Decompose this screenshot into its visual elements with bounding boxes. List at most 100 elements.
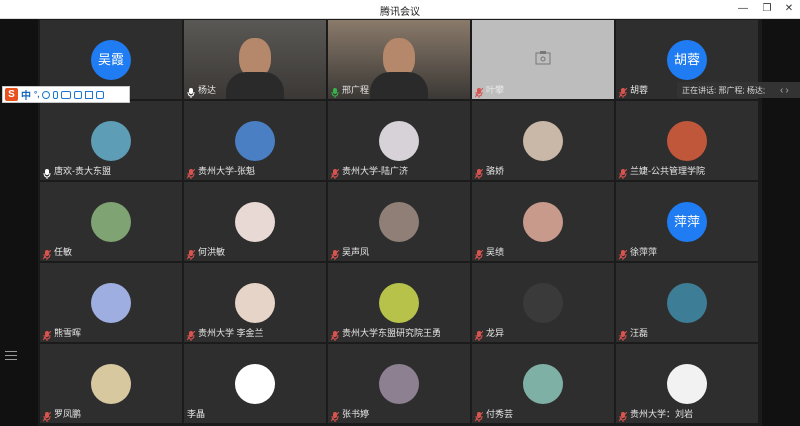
keyboard-icon[interactable] <box>61 90 72 99</box>
participant-tile[interactable]: 汪磊 <box>616 263 758 342</box>
restore-button[interactable]: ❐ <box>760 3 774 15</box>
participant-tile[interactable]: 何洪敏 <box>184 182 326 261</box>
mic-muted-icon <box>474 166 484 179</box>
participant-tile[interactable]: 杨达 <box>184 20 326 99</box>
mic-icon <box>187 85 195 98</box>
mic-muted-icon <box>618 85 628 98</box>
grid-icon[interactable] <box>96 90 105 99</box>
participant-nameplate: 李晶 <box>187 408 205 420</box>
mic-muted-icon <box>330 166 340 179</box>
emoji-icon[interactable] <box>42 90 51 99</box>
participant-name: 贵州大学 李金兰 <box>198 328 264 338</box>
participant-name: 任敏 <box>54 247 73 257</box>
avatar <box>235 202 275 242</box>
minimize-button[interactable]: — <box>736 3 750 15</box>
participant-name: 吴绩 <box>486 247 505 257</box>
mic-muted-icon <box>618 247 628 260</box>
participant-nameplate: 胡蓉 <box>618 84 649 98</box>
right-panel <box>762 19 800 426</box>
participant-name: 唐欢-贵大东盟 <box>54 166 111 176</box>
mic-muted-icon <box>330 328 340 341</box>
participant-nameplate: 汪磊 <box>618 327 648 341</box>
mic-muted-icon <box>618 328 628 341</box>
participant-name: 罗凤鹏 <box>54 409 82 419</box>
participant-tile[interactable]: 张书婷 <box>328 344 470 423</box>
participant-tile[interactable]: 吴声凤 <box>328 182 470 261</box>
mic-muted-icon <box>474 85 484 98</box>
ime-logo[interactable]: S <box>5 88 18 101</box>
participant-nameplate: 贵州大学：刘岩 <box>618 408 694 422</box>
avatar <box>523 121 563 161</box>
participant-name: 杨达 <box>198 85 217 95</box>
participant-nameplate: 付秀芸 <box>474 408 513 422</box>
participant-nameplate: 任敏 <box>42 246 73 260</box>
avatar <box>235 121 275 161</box>
mic-muted-icon <box>186 166 196 179</box>
ime-mode-label[interactable]: 中 <box>21 87 31 102</box>
chevron-left-icon[interactable]: ‹ <box>780 85 783 96</box>
mic-muted-icon <box>618 166 628 179</box>
participant-tile[interactable]: 贵州大学东盟研究院王勇 <box>328 263 470 342</box>
participant-nameplate: 熊雪晖 <box>42 327 82 341</box>
avatar <box>379 283 419 323</box>
panel-toggle-icon[interactable] <box>5 351 17 361</box>
participant-nameplate: 叶攀 <box>474 84 505 98</box>
participant-tile[interactable]: 兰婕-公共管理学院 <box>616 101 758 180</box>
participant-tile[interactable]: 贵州大学-陆广济 <box>328 101 470 180</box>
avatar <box>523 202 563 242</box>
participant-tile[interactable]: 任敏 <box>40 182 182 261</box>
avatar <box>379 202 419 242</box>
initial-avatar: 吴霞 <box>91 40 131 80</box>
participant-nameplate: 徐萍萍 <box>618 246 657 260</box>
participant-nameplate: 龙异 <box>474 327 504 341</box>
participant-tile[interactable]: 叶攀 <box>472 20 614 99</box>
toolbox-icon[interactable] <box>74 90 83 99</box>
chevron-right-icon[interactable]: › <box>785 85 788 96</box>
participant-nameplate: 邢广程 <box>331 84 369 98</box>
mic-muted-icon <box>330 247 340 260</box>
participant-tile[interactable]: 罗凤鹏 <box>40 344 182 423</box>
left-panel <box>0 19 38 426</box>
participant-tile[interactable]: 萍萍 徐萍萍 <box>616 182 758 261</box>
avatar <box>91 364 131 404</box>
participant-tile[interactable]: 贵州大学-张魁 <box>184 101 326 180</box>
participant-nameplate: 杨达 <box>187 84 217 98</box>
window-titlebar: 腾讯会议 — ❐ ✕ <box>0 0 800 19</box>
skin-icon[interactable] <box>85 90 94 99</box>
voice-icon[interactable] <box>53 90 59 99</box>
participant-tile[interactable]: 唐欢-贵大东盟 <box>40 101 182 180</box>
ime-punct-label[interactable]: °, <box>34 90 39 99</box>
mic-muted-icon <box>42 409 52 422</box>
participant-tile[interactable]: 贵州大学 李金兰 <box>184 263 326 342</box>
participant-name: 熊雪晖 <box>54 328 82 338</box>
mic-icon <box>43 166 51 179</box>
participant-name: 叶攀 <box>486 85 505 95</box>
avatar <box>235 364 275 404</box>
participant-nameplate: 兰婕-公共管理学院 <box>618 165 705 179</box>
participant-name: 骆娇 <box>486 166 505 176</box>
participant-tile[interactable]: 付秀芸 <box>472 344 614 423</box>
avatar <box>379 364 419 404</box>
ime-toolbar[interactable]: S 中 °, <box>2 86 130 103</box>
participant-name: 贵州大学-张魁 <box>198 166 255 176</box>
close-button[interactable]: ✕ <box>782 3 796 15</box>
participant-name: 兰婕-公共管理学院 <box>630 166 705 176</box>
participant-tile[interactable]: 熊雪晖 <box>40 263 182 342</box>
speaking-text: 正在讲话: 邢广程; 杨达; <box>682 85 766 95</box>
participant-name: 吴声凤 <box>342 247 370 257</box>
mic-muted-icon <box>474 328 484 341</box>
participant-tile[interactable]: 李晶 <box>184 344 326 423</box>
participant-tile[interactable]: 吴绩 <box>472 182 614 261</box>
participant-name: 贵州大学东盟研究院王勇 <box>342 328 442 338</box>
participant-name: 胡蓉 <box>630 85 649 95</box>
mic-muted-icon <box>186 328 196 341</box>
participant-name: 贵州大学：刘岩 <box>630 409 694 419</box>
participant-nameplate: 骆娇 <box>474 165 505 179</box>
participant-tile[interactable]: 邢广程 <box>328 20 470 99</box>
mic-muted-icon <box>42 247 52 260</box>
participant-name: 何洪敏 <box>198 247 226 257</box>
participant-tile[interactable]: 贵州大学：刘岩 <box>616 344 758 423</box>
participant-tile[interactable]: 骆娇 <box>472 101 614 180</box>
participant-name: 张书婷 <box>342 409 370 419</box>
participant-tile[interactable]: 龙异 <box>472 263 614 342</box>
